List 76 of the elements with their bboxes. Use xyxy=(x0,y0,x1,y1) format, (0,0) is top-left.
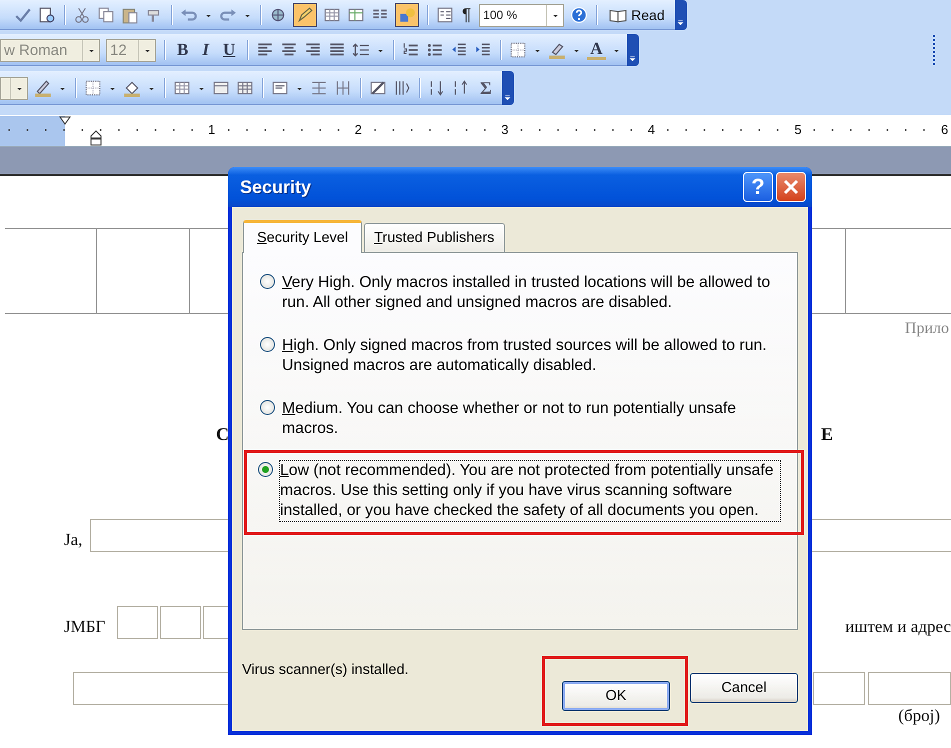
caret-icon xyxy=(676,18,686,27)
border-icon[interactable] xyxy=(509,41,528,59)
show-formatting-button[interactable]: ¶ xyxy=(460,5,474,25)
sort-ascending-icon[interactable] xyxy=(428,79,446,97)
radio-button[interactable] xyxy=(260,337,275,352)
copy-icon[interactable] xyxy=(97,6,115,24)
hanging-indent-marker[interactable] xyxy=(90,130,102,146)
table-icon[interactable] xyxy=(323,6,341,24)
toolbar-options-button[interactable] xyxy=(502,71,514,105)
italic-button[interactable]: I xyxy=(198,40,213,60)
cut-icon[interactable] xyxy=(73,6,91,24)
street-number-field[interactable] xyxy=(813,672,865,705)
status-text: Virus scanner(s) installed. xyxy=(242,662,410,678)
sort-descending-icon[interactable] xyxy=(452,79,470,97)
underline-button[interactable]: U xyxy=(218,40,240,60)
radio-button[interactable] xyxy=(260,274,275,289)
ruler-number: 5 xyxy=(793,122,803,137)
heading-text: С xyxy=(216,424,229,445)
line-spacing-icon[interactable] xyxy=(352,41,370,59)
print-preview-icon[interactable] xyxy=(38,6,56,24)
dialog-button[interactable]: Cancel xyxy=(690,673,798,703)
id-number-label: ЈМБГ xyxy=(64,617,106,638)
pen-icon[interactable] xyxy=(34,79,52,97)
zoom-dropdown[interactable]: 100 % xyxy=(479,4,564,26)
heading-text: Е xyxy=(820,424,833,445)
read-button[interactable]: Read xyxy=(605,6,669,24)
toolbar-options-button[interactable] xyxy=(674,0,687,30)
distribute-rows-icon[interactable] xyxy=(310,79,328,97)
tab[interactable]: Security Level xyxy=(243,220,362,253)
address-text: иштем и адрес xyxy=(845,617,951,638)
bulleted-list-icon[interactable] xyxy=(426,41,444,59)
document-map-icon[interactable] xyxy=(436,6,454,24)
caret-icon xyxy=(628,54,638,63)
address-field[interactable] xyxy=(868,672,951,705)
caret-icon xyxy=(503,93,512,102)
distribute-columns-icon[interactable] xyxy=(334,79,352,97)
help-icon[interactable] xyxy=(570,6,588,24)
close-icon xyxy=(782,178,800,196)
hyperlink-icon[interactable] xyxy=(269,6,287,24)
toolbar-options-button[interactable] xyxy=(626,34,639,66)
number-caption: (број) xyxy=(898,706,940,726)
digit-field[interactable] xyxy=(117,606,158,639)
name-label: Ја, xyxy=(64,530,82,551)
dialog-button[interactable]: OK xyxy=(562,680,670,710)
close-button[interactable] xyxy=(776,172,806,202)
text-direction-icon[interactable] xyxy=(393,79,411,97)
radio-button[interactable] xyxy=(260,400,275,415)
spreadsheet-icon[interactable] xyxy=(347,6,365,24)
option-label[interactable]: Very High. Only macros installed in trusted locations will be allowed to run. All other signed and unsigned macros are disabled. xyxy=(281,272,783,314)
option-label[interactable]: Medium. You can choose whether or not to run potentially unsafe macros. xyxy=(281,398,783,440)
spelling-check-icon[interactable] xyxy=(14,6,32,24)
font-color-button[interactable]: A xyxy=(587,40,606,60)
radio-button[interactable] xyxy=(258,462,273,477)
cell-alignment-icon[interactable] xyxy=(271,79,289,97)
dialog-title: Security xyxy=(240,176,312,198)
digit-field[interactable] xyxy=(160,606,202,639)
ruler-number: 6 xyxy=(940,122,950,137)
attachment-label: Прило xyxy=(904,320,950,338)
fill-color-icon[interactable] xyxy=(123,79,141,97)
tab[interactable]: Trusted Publishers xyxy=(364,223,506,252)
ruler-number: 3 xyxy=(500,122,510,137)
option-label[interactable]: Low (not recommended). You are not protected from potentially unsafe macros. Use this setting only if you have virus scanning software installed, or you have checked the safety of all documents you open. xyxy=(279,460,781,522)
ruler-number: 1 xyxy=(207,122,216,137)
highlighter-icon[interactable] xyxy=(548,41,566,59)
help-button[interactable]: ? xyxy=(743,172,773,202)
border-icon[interactable] xyxy=(84,79,102,97)
autosum-button[interactable]: Σ xyxy=(476,78,496,98)
table-icon[interactable] xyxy=(173,79,191,97)
merge-cells-icon[interactable] xyxy=(212,79,230,97)
bold-button[interactable]: B xyxy=(173,40,192,60)
split-cells-icon[interactable] xyxy=(236,79,254,97)
ruler-number: 4 xyxy=(646,122,656,137)
paste-icon[interactable] xyxy=(121,6,139,24)
table-autoformat-icon[interactable] xyxy=(369,79,387,97)
ruler-number: 2 xyxy=(354,122,363,137)
option-label[interactable]: High. Only signed macros from trusted sources will be allowed to run. Unsigned macros are automatically disabled. xyxy=(281,335,783,377)
